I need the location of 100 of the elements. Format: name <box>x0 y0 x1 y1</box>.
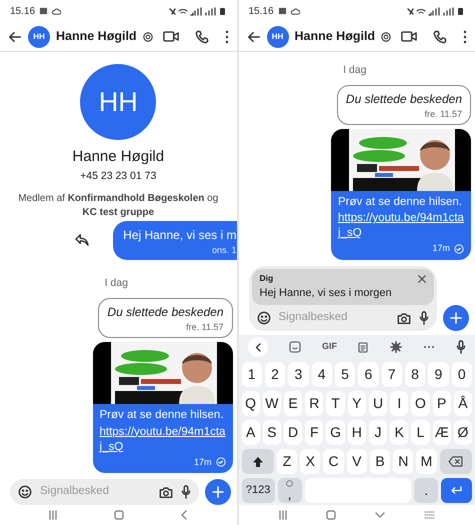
contact-name[interactable]: Hanne Høgild <box>56 27 137 46</box>
add-button[interactable] <box>204 479 230 505</box>
video-call-icon[interactable] <box>401 30 417 43</box>
avatar[interactable]: HH <box>28 26 50 48</box>
back-icon[interactable] <box>246 30 260 44</box>
keyboard-key[interactable]: Z <box>276 449 298 474</box>
keyboard-key[interactable]: H <box>348 420 366 445</box>
recents-icon[interactable] <box>48 510 58 520</box>
keyboard-key[interactable]: 5 <box>334 362 356 387</box>
phone-icon[interactable] <box>194 30 208 44</box>
message-bubble[interactable]: Du slettede beskeden fre. 11.57 <box>98 298 232 338</box>
settings-icon[interactable] <box>390 341 402 353</box>
keyboard-key[interactable]: 7 <box>382 362 402 387</box>
enter-key[interactable] <box>441 478 472 503</box>
keyboard-key[interactable]: O <box>411 391 430 416</box>
keyboard-key[interactable]: L <box>411 420 430 445</box>
keyboard-key[interactable]: 9 <box>428 362 449 387</box>
chevron-down-icon[interactable] <box>375 512 386 518</box>
keyboard-key[interactable]: I <box>390 391 408 416</box>
keyboard-key[interactable]: U <box>368 391 388 416</box>
keyboard-key[interactable]: S <box>262 420 281 445</box>
link[interactable]: https://youtu.be/94m1ctaj_sQ <box>92 424 232 454</box>
symbols-key[interactable]: ?123 <box>242 478 275 503</box>
keyboard-key[interactable]: J <box>368 420 388 445</box>
keyboard-icon[interactable] <box>424 510 436 520</box>
keyboard-key[interactable]: E <box>284 391 302 416</box>
home-icon[interactable] <box>114 510 124 520</box>
close-button[interactable] <box>418 274 426 283</box>
cloud-icon <box>290 8 300 14</box>
keyboard-key[interactable]: A <box>242 420 260 445</box>
camera-icon[interactable] <box>397 312 411 324</box>
keyboard-key[interactable]: T <box>326 391 345 416</box>
keyboard-key[interactable]: Æ <box>432 420 451 445</box>
keyboard-key[interactable]: Q <box>242 391 260 416</box>
keyboard-key[interactable]: B <box>370 449 390 474</box>
reply-icon[interactable] <box>75 234 90 246</box>
reply-text: Hej Hanne, vi ses i morgen <box>260 286 393 300</box>
keyboard-key[interactable]: 4 <box>312 362 332 387</box>
video-call-icon[interactable] <box>162 30 178 43</box>
phone-number: +45 23 23 01 73 <box>80 168 156 184</box>
add-button[interactable] <box>443 305 469 331</box>
camera-icon[interactable] <box>158 486 172 498</box>
gallery-icon <box>39 7 48 15</box>
keyboard-key[interactable]: 8 <box>404 362 426 387</box>
gif-button[interactable]: GIF <box>322 340 337 354</box>
phone-icon[interactable] <box>433 30 447 44</box>
message-bubble[interactable]: Hej Hanne, vi ses i m ons. 1 <box>113 220 236 260</box>
keyboard-key[interactable]: 1 <box>242 362 262 387</box>
microphone-icon[interactable] <box>180 485 190 499</box>
avatar[interactable]: HH <box>266 26 288 48</box>
comma-key[interactable]: , <box>278 478 302 503</box>
keyboard-key[interactable]: G <box>326 420 345 445</box>
keyboard-key[interactable]: Ø <box>454 420 472 445</box>
delivered-icon <box>216 457 226 468</box>
keyboard-key[interactable]: Y <box>348 391 366 416</box>
keyboard-key[interactable]: X <box>300 449 320 474</box>
status-icons <box>168 6 226 16</box>
collapse-button[interactable] <box>248 337 268 357</box>
more-icon[interactable] <box>224 30 228 44</box>
message-bubble[interactable]: Prøv at se denne hilsen. https://youtu.be/94m1ctaj_sQ 17m <box>331 129 471 260</box>
contact-name[interactable]: Hanne Høgild <box>294 27 376 46</box>
keyboard-key[interactable]: D <box>284 420 302 445</box>
sticker-icon[interactable] <box>288 341 301 353</box>
recents-icon[interactable] <box>278 510 288 520</box>
keyboard-key[interactable]: K <box>390 420 408 445</box>
keyboard-key[interactable]: C <box>323 449 344 474</box>
delivered-icon <box>454 244 464 254</box>
chevron-left-icon <box>254 342 260 352</box>
home-icon[interactable] <box>326 510 336 520</box>
keyboard-key[interactable]: N <box>393 449 414 474</box>
clipboard-icon[interactable] <box>358 341 368 353</box>
keyboard-key[interactable]: 3 <box>288 362 309 387</box>
shift-icon <box>252 456 264 468</box>
placeholder-text: Signalbesked <box>278 310 349 326</box>
period-key[interactable]: . <box>414 478 438 503</box>
keyboard-key[interactable]: M <box>416 449 437 474</box>
message-bubble[interactable]: Prøv at se denne hilsen. https://youtu.be/94m1ctaj_sQ 17m <box>92 342 232 473</box>
microphone-icon[interactable] <box>456 340 466 354</box>
keyboard-key[interactable]: 0 <box>452 362 472 387</box>
backspace-key[interactable] <box>440 449 472 474</box>
more-icon[interactable] <box>422 345 435 349</box>
more-icon[interactable] <box>463 30 467 44</box>
microphone-icon[interactable] <box>419 311 429 325</box>
keyboard-key[interactable]: Å <box>454 391 472 416</box>
keyboard-key[interactable]: F <box>305 420 324 445</box>
link[interactable]: https://youtu.be/94m1ctaj_sQ <box>331 211 471 242</box>
keyboard-key[interactable]: P <box>432 391 451 416</box>
message-field[interactable]: Dig Hej Hanne, vi ses i morgen Signalbesked <box>248 266 437 331</box>
keyboard-key[interactable]: W <box>262 391 281 416</box>
keyboard-key[interactable]: 2 <box>264 362 286 387</box>
message-time: 17m <box>432 242 450 256</box>
date-label: I dag <box>104 277 128 290</box>
message-time: 17m <box>194 456 212 468</box>
back-icon[interactable] <box>8 30 22 44</box>
shift-key[interactable] <box>242 449 274 474</box>
reply-author: Dig <box>260 272 274 284</box>
keyboard-key[interactable]: 6 <box>358 362 379 387</box>
keyboard-key[interactable]: R <box>305 391 324 416</box>
keyboard-key[interactable]: V <box>346 449 367 474</box>
message-bubble[interactable]: Du slettede beskeden fre. 11.57 <box>336 84 471 126</box>
